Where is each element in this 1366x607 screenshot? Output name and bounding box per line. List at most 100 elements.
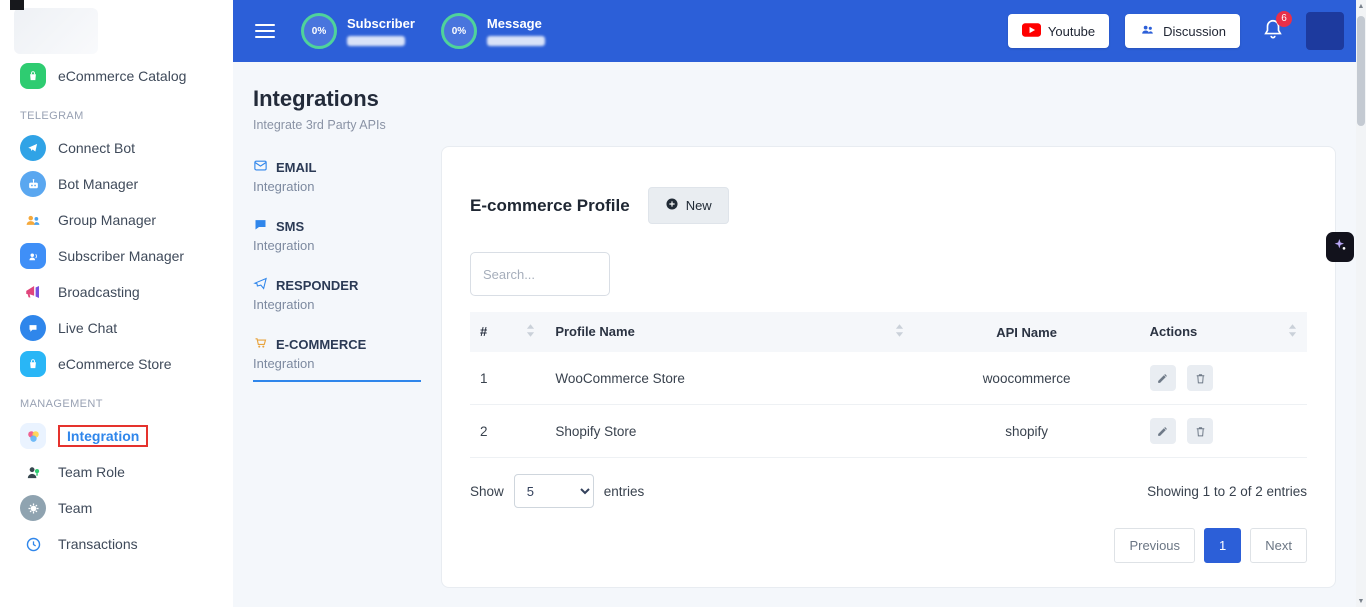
- column-header-profile-name[interactable]: Profile Name: [545, 312, 913, 352]
- scrollbar[interactable]: ▲ ▼: [1356, 0, 1366, 607]
- scroll-down-arrow[interactable]: ▼: [1356, 595, 1366, 607]
- row-actions: [1140, 405, 1307, 458]
- tab-ecommerce-integration[interactable]: E-COMMERCE Integration: [253, 335, 421, 382]
- new-profile-button[interactable]: New: [648, 187, 729, 224]
- search-input[interactable]: [470, 252, 610, 296]
- sort-icon[interactable]: [526, 324, 535, 340]
- discussion-button[interactable]: Discussion: [1125, 14, 1240, 48]
- table-header-row: # Profile Name API Name Actions: [470, 312, 1307, 352]
- paper-plane-icon: [253, 276, 268, 294]
- page-subtitle: Integrate 3rd Party APIs: [253, 118, 1336, 132]
- column-header-api-name[interactable]: API Name: [914, 312, 1140, 352]
- robot-icon: [20, 171, 46, 197]
- table-row: 1 WooCommerce Store woocommerce: [470, 352, 1307, 405]
- sidebar-item-ecommerce-catalog[interactable]: eCommerce Catalog: [0, 58, 233, 94]
- row-api-name: woocommerce: [914, 352, 1140, 405]
- current-page-button[interactable]: 1: [1204, 528, 1241, 563]
- sidebar-item-label: Team: [58, 500, 92, 516]
- notification-badge: 6: [1276, 11, 1292, 27]
- page-size-select[interactable]: 5: [514, 474, 594, 508]
- sort-icon[interactable]: [1288, 324, 1297, 340]
- annotation-highlight: Integration: [58, 425, 148, 447]
- tab-email-integration[interactable]: EMAIL Integration: [253, 158, 421, 203]
- chat-bubble-icon: [253, 217, 268, 235]
- pagination: Previous 1 Next: [470, 528, 1307, 563]
- megaphone-icon: [20, 279, 46, 305]
- topbar: 0% Subscriber 0% Message Youtube: [233, 0, 1366, 62]
- profiles-table: # Profile Name API Name Actions 1: [470, 312, 1307, 458]
- assistant-fab[interactable]: [1326, 232, 1354, 262]
- integration-icon: [20, 423, 46, 449]
- sort-icon[interactable]: [895, 324, 904, 340]
- hamburger-menu-icon[interactable]: [255, 24, 275, 38]
- store-bag-icon: [20, 351, 46, 377]
- message-stat-label: Message: [487, 16, 545, 31]
- envelope-icon: [253, 158, 268, 176]
- sidebar-item-label: Team Role: [58, 464, 125, 480]
- sidebar-item-connect-bot[interactable]: Connect Bot: [0, 130, 233, 166]
- sidebar-item-label: Bot Manager: [58, 176, 138, 192]
- show-label: Show: [470, 484, 504, 499]
- shopping-bag-icon: [20, 63, 46, 89]
- row-api-name: shopify: [914, 405, 1140, 458]
- sidebar-item-subscriber-manager[interactable]: Subscriber Manager: [0, 238, 233, 274]
- showing-entries-text: Showing 1 to 2 of 2 entries: [1147, 484, 1307, 499]
- row-actions: [1140, 352, 1307, 405]
- cart-icon: [253, 335, 268, 353]
- tab-responder-integration[interactable]: RESPONDER Integration: [253, 276, 421, 321]
- subscriber-stat-value-redacted: [347, 36, 405, 46]
- sidebar-item-group-manager[interactable]: Group Manager: [0, 202, 233, 238]
- main-content: Integrations Integrate 3rd Party APIs EM…: [233, 62, 1366, 607]
- telegram-icon: [20, 135, 46, 161]
- youtube-button[interactable]: Youtube: [1008, 14, 1109, 48]
- sidebar-item-label: eCommerce Store: [58, 356, 172, 372]
- sidebar-item-ecommerce-store[interactable]: eCommerce Store: [0, 346, 233, 382]
- tab-sms-integration[interactable]: SMS Integration: [253, 217, 421, 262]
- table-row: 2 Shopify Store shopify: [470, 405, 1307, 458]
- sidebar-item-transactions[interactable]: Transactions: [0, 526, 233, 562]
- avatar[interactable]: [1306, 12, 1344, 50]
- next-page-button[interactable]: Next: [1250, 528, 1307, 563]
- row-index: 2: [470, 405, 545, 458]
- integration-tabs: EMAIL Integration SMS Integration RESPON…: [253, 146, 421, 396]
- app-frame: eCommerce Catalog TELEGRAM Connect Bot B…: [0, 0, 1366, 607]
- sparkle-icon: [1332, 237, 1348, 258]
- sidebar-item-integration[interactable]: Integration: [0, 418, 233, 454]
- group-icon: [20, 207, 46, 233]
- team-role-icon: [20, 459, 46, 485]
- discussion-people-icon: [1139, 22, 1156, 40]
- plus-circle-icon: [665, 197, 679, 214]
- row-index: 1: [470, 352, 545, 405]
- logo-mark: [10, 0, 24, 10]
- sidebar-item-broadcasting[interactable]: Broadcasting: [0, 274, 233, 310]
- sidebar-item-team[interactable]: Team: [0, 490, 233, 526]
- scroll-up-arrow[interactable]: ▲: [1356, 0, 1366, 12]
- row-profile-name: WooCommerce Store: [545, 352, 913, 405]
- previous-page-button[interactable]: Previous: [1114, 528, 1195, 563]
- notification-bell-icon[interactable]: 6: [1262, 17, 1284, 46]
- message-progress-circle: 0%: [441, 13, 477, 49]
- delete-button[interactable]: [1187, 365, 1213, 391]
- sidebar-item-bot-manager[interactable]: Bot Manager: [0, 166, 233, 202]
- sidebar-item-label: Transactions: [58, 536, 138, 552]
- youtube-icon: [1022, 23, 1041, 40]
- column-header-index[interactable]: #: [470, 312, 545, 352]
- sidebar-item-team-role[interactable]: Team Role: [0, 454, 233, 490]
- delete-button[interactable]: [1187, 418, 1213, 444]
- edit-button[interactable]: [1150, 365, 1176, 391]
- sidebar-item-label: Connect Bot: [58, 140, 135, 156]
- edit-button[interactable]: [1150, 418, 1176, 444]
- sidebar-item-label: Live Chat: [58, 320, 117, 336]
- column-header-actions[interactable]: Actions: [1140, 312, 1307, 352]
- sidebar-item-label: Subscriber Manager: [58, 248, 184, 264]
- scrollbar-thumb[interactable]: [1357, 16, 1365, 126]
- sidebar-section-management: MANAGEMENT: [0, 382, 233, 418]
- sidebar-item-live-chat[interactable]: Live Chat: [0, 310, 233, 346]
- sidebar-item-label: Integration: [67, 428, 139, 444]
- message-stat: 0% Message: [441, 13, 545, 49]
- page-title: Integrations: [253, 86, 1336, 112]
- team-gear-icon: [20, 495, 46, 521]
- chat-icon: [20, 315, 46, 341]
- sidebar-item-label: Broadcasting: [58, 284, 140, 300]
- subscriber-icon: [20, 243, 46, 269]
